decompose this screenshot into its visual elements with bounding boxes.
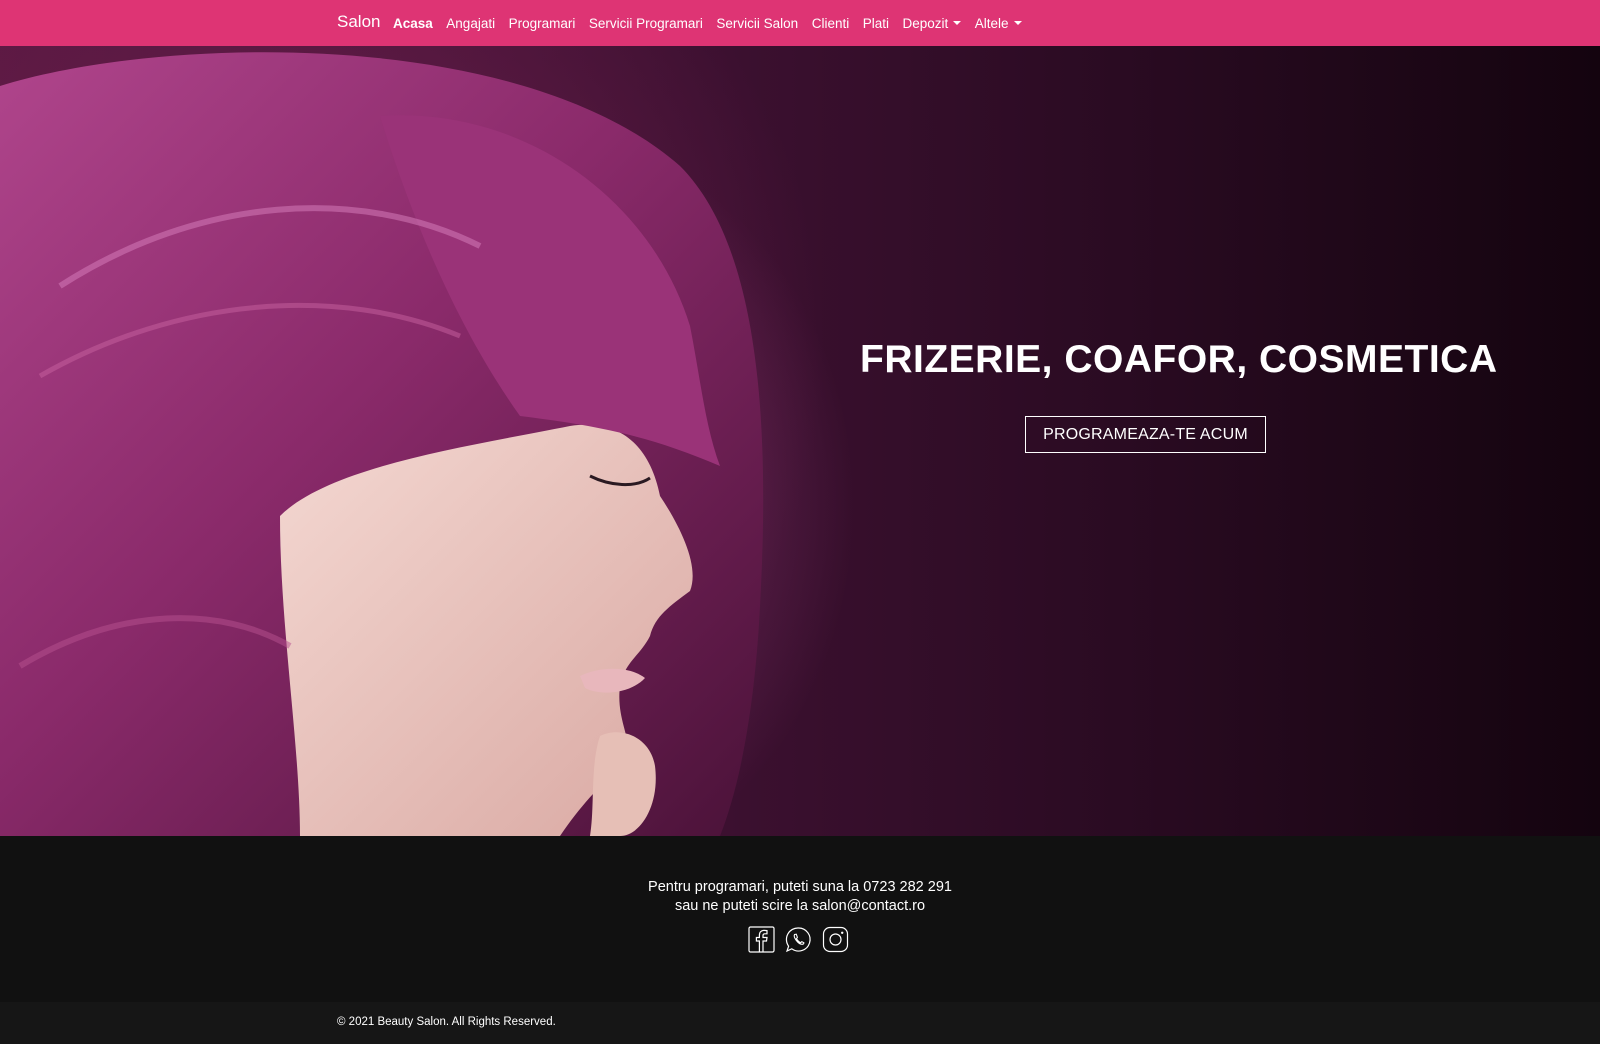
instagram-icon [822, 926, 849, 953]
whatsapp-link[interactable] [785, 926, 812, 953]
nav-dropdown-depozit-label: Depozit [902, 15, 949, 31]
nav-item-acasa[interactable]: Acasa [393, 16, 433, 31]
nav-dropdown-altele-label: Altele [974, 15, 1009, 31]
nav-dropdown-depozit[interactable]: Depozit [902, 15, 962, 31]
book-now-button[interactable]: PROGRAMEAZA-TE ACUM [1025, 416, 1266, 453]
contact-phone-text: Pentru programari, puteti suna la 0723 2… [648, 879, 952, 895]
nav-item-servicii-programari[interactable]: Servicii Programari [589, 16, 703, 31]
chevron-down-icon [953, 21, 962, 25]
nav-item-programari[interactable]: Programari [509, 16, 576, 31]
brand-link[interactable]: Salon [337, 12, 380, 32]
copyright-text: © 2021 Beauty Salon. All Rights Reserved… [337, 1016, 556, 1028]
nav-links: Acasa Angajati Programari Servicii Progr… [393, 0, 1035, 46]
hero-title: FRIZERIE, COAFOR, COSMETICA [860, 338, 1498, 381]
copyright-bar: © 2021 Beauty Salon. All Rights Reserved… [0, 1002, 1600, 1044]
nav-item-clienti[interactable]: Clienti [812, 16, 850, 31]
nav-item-servicii-salon[interactable]: Servicii Salon [716, 16, 798, 31]
hero-banner: FRIZERIE, COAFOR, COSMETICA PROGRAMEAZA-… [0, 46, 1600, 836]
footer: Pentru programari, puteti suna la 0723 2… [0, 836, 1600, 1002]
social-links [748, 926, 849, 953]
navbar: Salon Acasa Angajati Programari Servicii… [0, 0, 1600, 46]
facebook-icon [748, 926, 775, 953]
whatsapp-icon [785, 927, 811, 953]
nav-dropdown-altele[interactable]: Altele [975, 16, 1022, 31]
contact-info: Pentru programari, puteti suna la 0723 2… [0, 878, 1600, 916]
nav-item-angajati[interactable]: Angajati [446, 16, 495, 31]
facebook-link[interactable] [748, 926, 775, 953]
hero-woman-profile-image [0, 52, 764, 836]
nav-item-plati[interactable]: Plati [863, 16, 889, 31]
chevron-down-icon [1013, 21, 1022, 25]
instagram-link[interactable] [822, 926, 849, 953]
contact-email-text: sau ne puteti scire la salon@contact.ro [674, 898, 926, 914]
